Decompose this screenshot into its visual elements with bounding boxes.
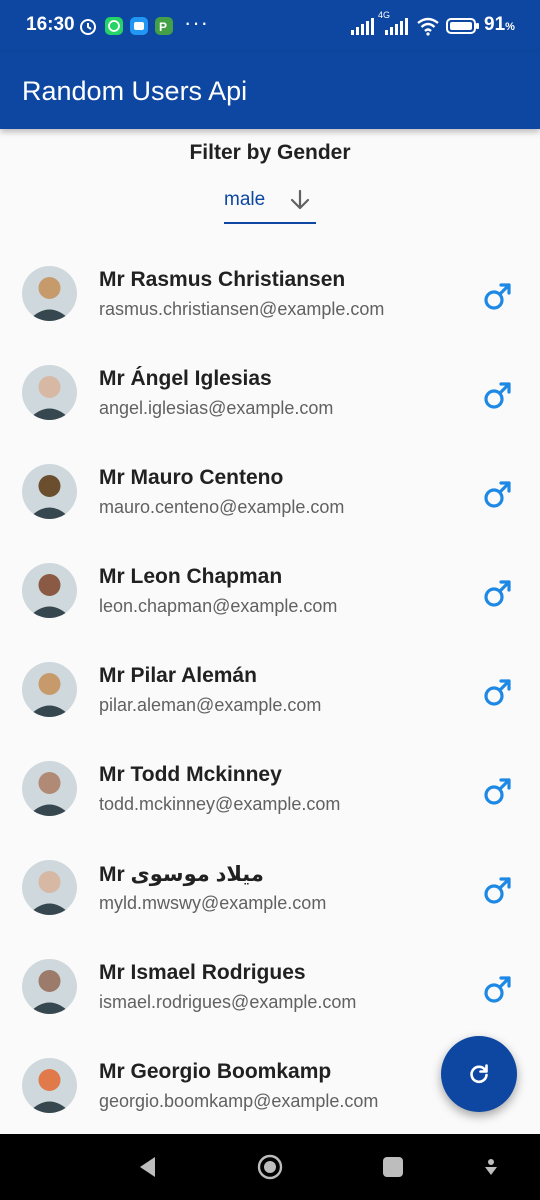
user-list-item[interactable]: Mr Pilar Alemán pilar.aleman@example.com — [0, 628, 540, 727]
parking-app-icon: P — [155, 17, 173, 35]
user-email: georgio.boomkamp@example.com — [99, 1091, 379, 1111]
user-list-item[interactable]: Mr Todd Mckinney todd.mckinney@example.co… — [0, 727, 540, 826]
user-name: Mr Rasmus Christiansen — [99, 268, 346, 291]
user-name: Mr Todd Mckinney — [99, 763, 282, 786]
user-email: leon.chapman@example.com — [99, 596, 338, 616]
avatar-image — [22, 266, 77, 321]
user-list-item[interactable]: Mr Mauro Centeno mauro.centeno@example.co… — [0, 430, 540, 529]
male-icon — [484, 778, 511, 805]
avatar-image — [22, 464, 77, 519]
battery-icon — [446, 18, 479, 34]
arrow-down-icon — [290, 189, 310, 210]
user-email: rasmus.christiansen@example.com — [99, 299, 385, 319]
battery-level: 91% — [484, 14, 515, 35]
male-icon — [484, 877, 511, 904]
back-icon[interactable] — [135, 1154, 161, 1180]
user-name: Mr Ángel Iglesias — [99, 367, 272, 390]
svg-text:P: P — [159, 20, 167, 34]
user-name: Mr Georgio Boomkamp — [99, 1060, 332, 1083]
status-time: 16:30 — [26, 14, 75, 35]
refresh-button[interactable] — [441, 1036, 517, 1112]
user-name: Mr Mauro Centeno — [99, 466, 284, 489]
user-name: Mr Pilar Alemán — [99, 664, 257, 687]
signal-icon-2 — [385, 18, 408, 35]
avatar-image — [22, 959, 77, 1014]
avatar — [22, 563, 77, 618]
user-list-item[interactable]: Mr Leon Chapman leon.chapman@example.com — [0, 529, 540, 628]
refresh-icon — [470, 1064, 488, 1084]
alarm-icon — [80, 19, 96, 35]
avatar — [22, 959, 77, 1014]
male-icon — [484, 580, 511, 607]
user-email: ismael.rodrigues@example.com — [99, 992, 357, 1012]
user-list-item[interactable]: Mr Ismael Rodrigues ismael.rodrigues@exam… — [0, 925, 540, 1024]
user-email: angel.iglesias@example.com — [99, 398, 334, 418]
male-icon — [484, 382, 511, 409]
user-email: todd.mckinney@example.com — [99, 794, 341, 814]
user-email: myld.mwswy@example.com — [99, 893, 327, 913]
filter-title: Filter by Gender — [189, 141, 351, 164]
avatar — [22, 860, 77, 915]
messages-icon — [130, 17, 148, 35]
avatar — [22, 365, 77, 420]
user-name: Mr میلاد موسوی — [99, 863, 264, 886]
avatar — [22, 761, 77, 816]
avatar — [22, 464, 77, 519]
male-icon — [484, 976, 511, 1003]
assist-icon[interactable] — [478, 1154, 504, 1180]
avatar — [22, 662, 77, 717]
male-icon — [484, 283, 511, 310]
user-list-item[interactable]: Mr میلاد موسوی myld.mwswy@example.com — [0, 826, 540, 925]
whatsapp-icon — [105, 17, 123, 35]
user-list-item[interactable]: Mr Ángel Iglesias angel.iglesias@example.… — [0, 331, 540, 430]
avatar — [22, 266, 77, 321]
avatar-image — [22, 1058, 77, 1113]
user-email: mauro.centeno@example.com — [99, 497, 345, 517]
app-bar: Random Users Api — [0, 52, 540, 129]
app-title: Random Users Api — [22, 76, 248, 106]
recents-icon[interactable] — [380, 1154, 406, 1180]
status-bar: 16:30 P ··· 4G 91% — [0, 0, 540, 52]
avatar-image — [22, 365, 77, 420]
home-icon[interactable] — [257, 1154, 283, 1180]
avatar-image — [22, 563, 77, 618]
avatar — [22, 1058, 77, 1113]
user-list: Mr Rasmus Christiansen rasmus.christianse… — [0, 232, 540, 1123]
avatar-image — [22, 662, 77, 717]
gender-dropdown[interactable]: male — [224, 184, 316, 224]
wifi-icon — [417, 17, 439, 36]
user-name: Mr Leon Chapman — [99, 565, 283, 588]
male-icon — [484, 679, 511, 706]
user-email: pilar.aleman@example.com — [99, 695, 322, 715]
more-notifications: ··· — [184, 10, 209, 35]
user-list-item[interactable]: Mr Rasmus Christiansen rasmus.christianse… — [0, 232, 540, 331]
system-nav-bar — [0, 1134, 540, 1200]
gender-dropdown-value: male — [224, 189, 266, 210]
signal-icon — [351, 18, 374, 35]
male-icon — [484, 481, 511, 508]
user-name: Mr Ismael Rodrigues — [99, 961, 306, 984]
avatar-image — [22, 860, 77, 915]
avatar-image — [22, 761, 77, 816]
